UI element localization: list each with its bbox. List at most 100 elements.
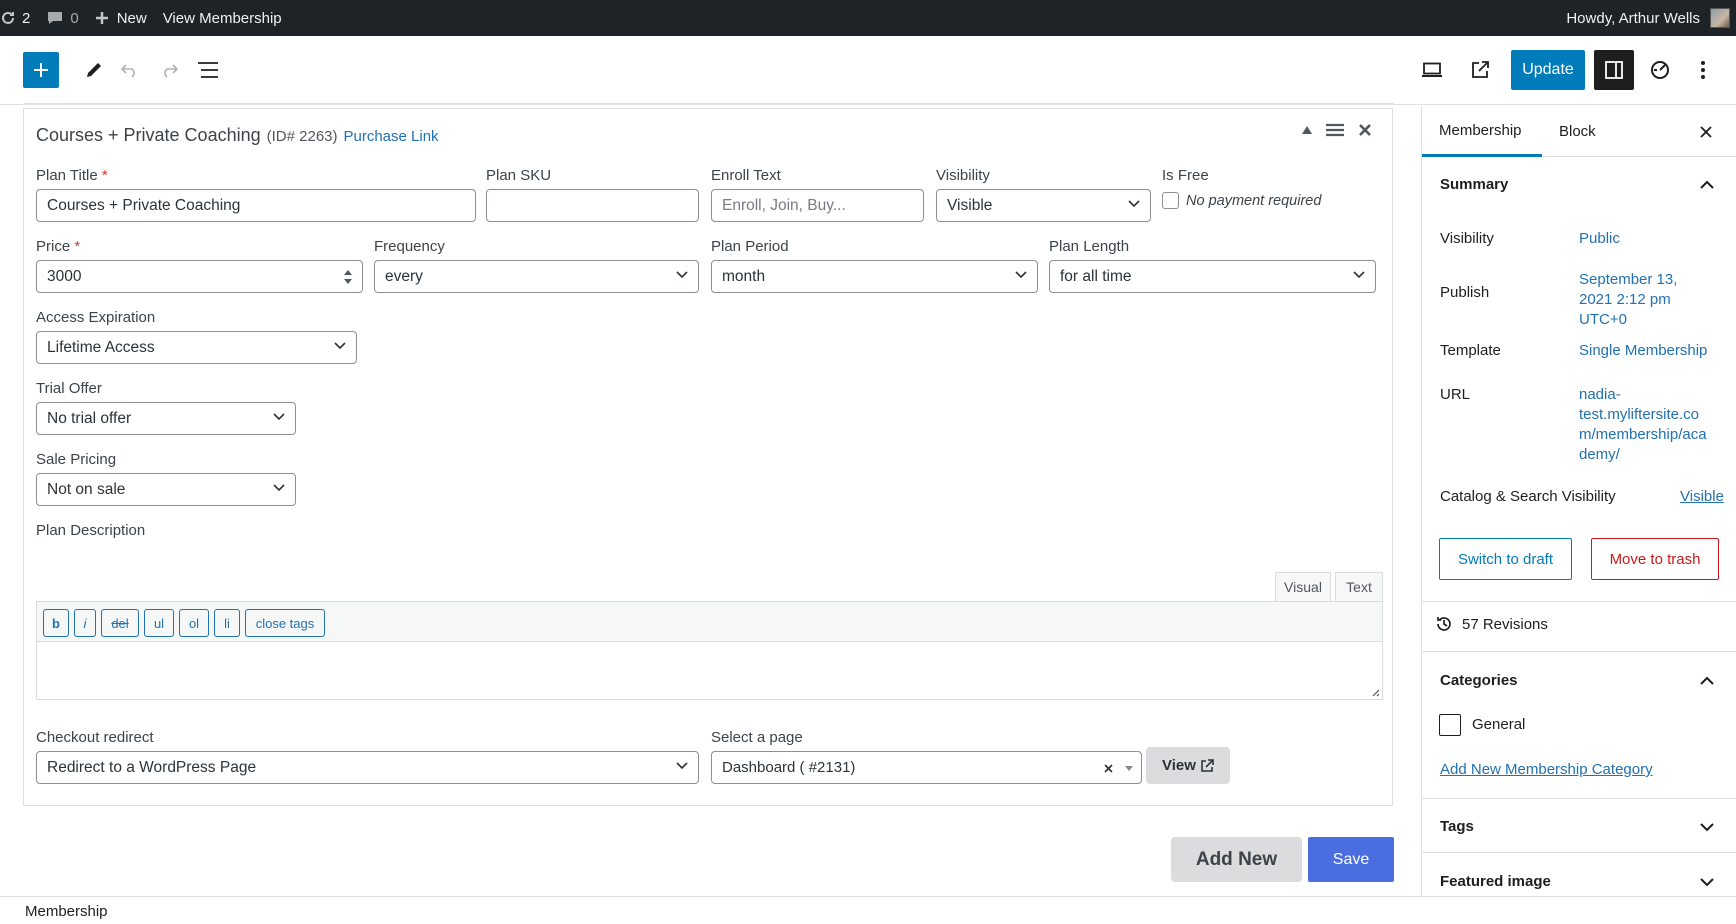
tab-text[interactable]: Text [1335,572,1383,601]
spinner-arrows-icon[interactable] [344,269,352,285]
url-line: m/membership/aca [1579,426,1707,443]
plan-period-select[interactable]: month [711,260,1038,293]
pencil-icon [87,63,101,77]
plan-description-textarea[interactable] [37,642,1382,700]
trial-offer-select[interactable]: No trial offer [36,402,296,435]
new-content-menu[interactable]: New [87,0,155,36]
settings-toggle-button[interactable] [1594,50,1634,90]
preview-button[interactable] [1414,52,1450,88]
featured-image-panel-title[interactable]: Featured image [1440,873,1551,890]
new-label: New [116,9,147,27]
undo-button[interactable] [112,52,148,88]
ordered-list-button[interactable]: ol [179,609,209,637]
publish-row-value[interactable]: September 13, 2021 2:12 pm UTC+0 [1579,270,1677,330]
template-row-value[interactable]: Single Membership [1579,341,1707,361]
redo-button[interactable] [151,52,187,88]
publish-date-line: September 13, [1579,271,1678,288]
access-expiration-label: Access Expiration [36,309,156,326]
options-menu-button[interactable] [1688,52,1718,88]
collapse-arrow-icon[interactable] [1302,126,1312,134]
tab-block[interactable]: Block [1559,106,1596,157]
move-to-trash-button[interactable]: Move to trash [1591,538,1719,580]
price-value: 3000 [47,267,82,285]
frequency-select-value: every [385,267,423,285]
checkout-redirect-select[interactable]: Redirect to a WordPress Page [36,751,699,784]
breadcrumb[interactable]: Membership [25,903,108,920]
admin-bar: 2 0 New View Membership Howdy, Arthur We… [0,0,1736,36]
block-breadcrumb-bar: Membership [0,896,1736,924]
performance-button[interactable] [1642,52,1678,88]
close-icon[interactable] [1358,123,1372,137]
block-inserter-button[interactable] [23,52,59,88]
bold-button[interactable]: b [43,609,69,637]
add-new-plan-button[interactable]: Add New [1171,837,1302,882]
sidebar-tabs: Membership Block [1422,106,1736,157]
update-button[interactable]: Update [1511,50,1585,90]
summary-panel-title[interactable]: Summary [1440,176,1508,193]
italic-button[interactable]: i [74,609,96,637]
strikethrough-button[interactable]: del [101,609,139,637]
categories-panel-title[interactable]: Categories [1440,672,1518,689]
desktop-icon [1422,62,1442,77]
price-input[interactable]: 3000 [36,260,363,293]
purchase-link[interactable]: Purchase Link [344,128,439,145]
enroll-text-input[interactable]: Enroll, Join, Buy... [711,189,924,222]
revisions-link[interactable]: 57 Revisions [1434,614,1548,634]
checkout-redirect-value: Redirect to a WordPress Page [47,758,257,776]
save-plans-button[interactable]: Save [1308,837,1394,882]
document-overview-button[interactable] [190,52,226,88]
plan-length-select[interactable]: for all time [1049,260,1376,293]
gauge-icon [1651,61,1669,79]
chevron-down-icon [676,271,688,279]
view-page-label: View [1162,757,1196,774]
chevron-up-icon[interactable] [1700,676,1714,686]
panel-divider [1422,601,1736,602]
editor-toolbar: Update [0,36,1736,105]
card-divider [24,103,1394,104]
tags-panel-title[interactable]: Tags [1440,818,1474,835]
editor-canvas: Courses + Private Coaching (ID# 2263) Pu… [0,103,1394,896]
view-post-button[interactable] [1462,52,1498,88]
tools-button[interactable] [76,52,112,88]
view-membership-link[interactable]: View Membership [155,0,290,36]
frequency-select[interactable]: every [374,260,699,293]
resize-handle-icon[interactable] [1370,687,1380,697]
sale-pricing-select[interactable]: Not on sale [36,473,296,506]
clear-selection-icon[interactable] [1104,764,1113,773]
url-row-value[interactable]: nadia- test.myliftersite.co m/membership… [1579,385,1707,465]
plus-icon [34,63,48,77]
access-expiration-select[interactable]: Lifetime Access [36,331,357,364]
publish-timezone-line: UTC+0 [1579,311,1627,328]
select-page-select[interactable]: Dashboard ( #2131) [711,751,1142,784]
chevron-up-icon[interactable] [1700,180,1714,190]
add-new-category-link[interactable]: Add New Membership Category [1440,761,1653,778]
list-item-button[interactable]: li [214,609,240,637]
plan-sku-input[interactable] [486,189,699,222]
updates-menu[interactable]: 2 [0,0,38,36]
catalog-visibility-value[interactable]: Visible [1680,487,1724,507]
drag-handle-icon[interactable] [1326,123,1344,137]
chevron-down-icon[interactable] [1700,877,1714,887]
close-sidebar-button[interactable] [1694,120,1718,144]
visibility-row-value[interactable]: Public [1579,229,1620,249]
chevron-down-icon [1015,271,1027,279]
access-plan-card: Courses + Private Coaching (ID# 2263) Pu… [23,103,1394,806]
url-line: test.myliftersite.co [1579,406,1700,423]
my-account-menu[interactable]: Howdy, Arthur Wells [1566,8,1736,28]
category-general-checkbox[interactable] [1439,714,1461,736]
unordered-list-button[interactable]: ul [144,609,174,637]
plan-header-title: Courses + Private Coaching [36,125,261,145]
is-free-checkbox[interactable] [1162,192,1179,209]
plan-title-input[interactable]: Courses + Private Coaching [36,189,476,222]
comments-menu[interactable]: 0 [38,0,86,36]
visibility-select[interactable]: Visible [936,189,1151,222]
switch-to-draft-button[interactable]: Switch to draft [1439,538,1572,580]
view-page-button[interactable]: View [1146,747,1230,784]
updates-count: 2 [22,9,31,27]
chevron-down-icon[interactable] [1700,822,1714,832]
publish-row-label: Publish [1440,284,1490,301]
tab-membership[interactable]: Membership [1422,106,1542,157]
close-tags-button[interactable]: close tags [245,609,325,637]
plan-description-label: Plan Description [36,522,146,539]
tab-visual[interactable]: Visual [1275,572,1331,601]
